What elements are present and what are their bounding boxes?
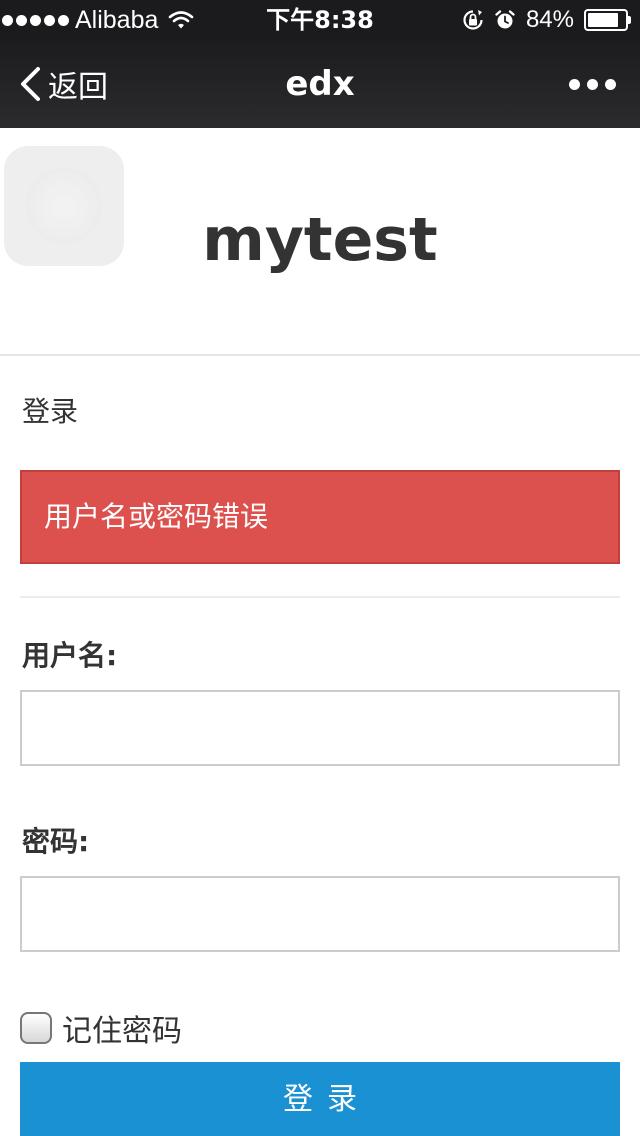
status-bar: Alibaba 下午8:38 84% [0, 0, 640, 40]
chevron-left-icon [21, 67, 40, 101]
battery-tip [628, 16, 631, 24]
login-heading: 登录 [22, 395, 79, 428]
alarm-icon [495, 10, 515, 29]
header-divider [0, 354, 640, 356]
battery-fill [588, 13, 619, 27]
login-button[interactable]: 登录 [20, 1062, 620, 1136]
more-dots-icon [605, 78, 616, 90]
battery-percentage: 84% [525, 6, 574, 33]
back-button[interactable]: 返回 [18, 40, 108, 128]
more-options-button[interactable] [569, 40, 616, 128]
signal-dot [30, 14, 41, 26]
carrier-name: Alibaba [75, 5, 159, 34]
password-input[interactable] [20, 876, 620, 952]
signal-dot [58, 14, 69, 26]
wifi-icon [169, 11, 194, 29]
remember-password-row[interactable]: 记住密码 [20, 1006, 182, 1050]
more-dots-icon [569, 78, 580, 90]
status-right: 84% [462, 0, 632, 40]
navigation-bar: 返回 edx [0, 40, 640, 128]
username-label: 用户名: [22, 639, 118, 672]
orientation-lock-icon [463, 10, 483, 30]
more-dots-icon [587, 78, 598, 90]
form-divider [20, 596, 620, 598]
password-label: 密码: [22, 825, 90, 858]
signal-dot [44, 14, 55, 26]
battery-icon [584, 9, 632, 31]
username-input[interactable] [20, 690, 620, 766]
signal-dot [2, 14, 13, 26]
back-label: 返回 [48, 70, 108, 105]
site-title: mytest [202, 205, 438, 275]
remember-password-label: 记住密码 [62, 1014, 182, 1049]
signal-strength-icon [2, 14, 69, 26]
signal-dot [16, 14, 27, 26]
remember-password-checkbox[interactable] [20, 1012, 52, 1044]
status-left: Alibaba [0, 0, 194, 40]
error-alert: 用户名或密码错误 [20, 470, 620, 564]
battery-body [584, 9, 628, 31]
